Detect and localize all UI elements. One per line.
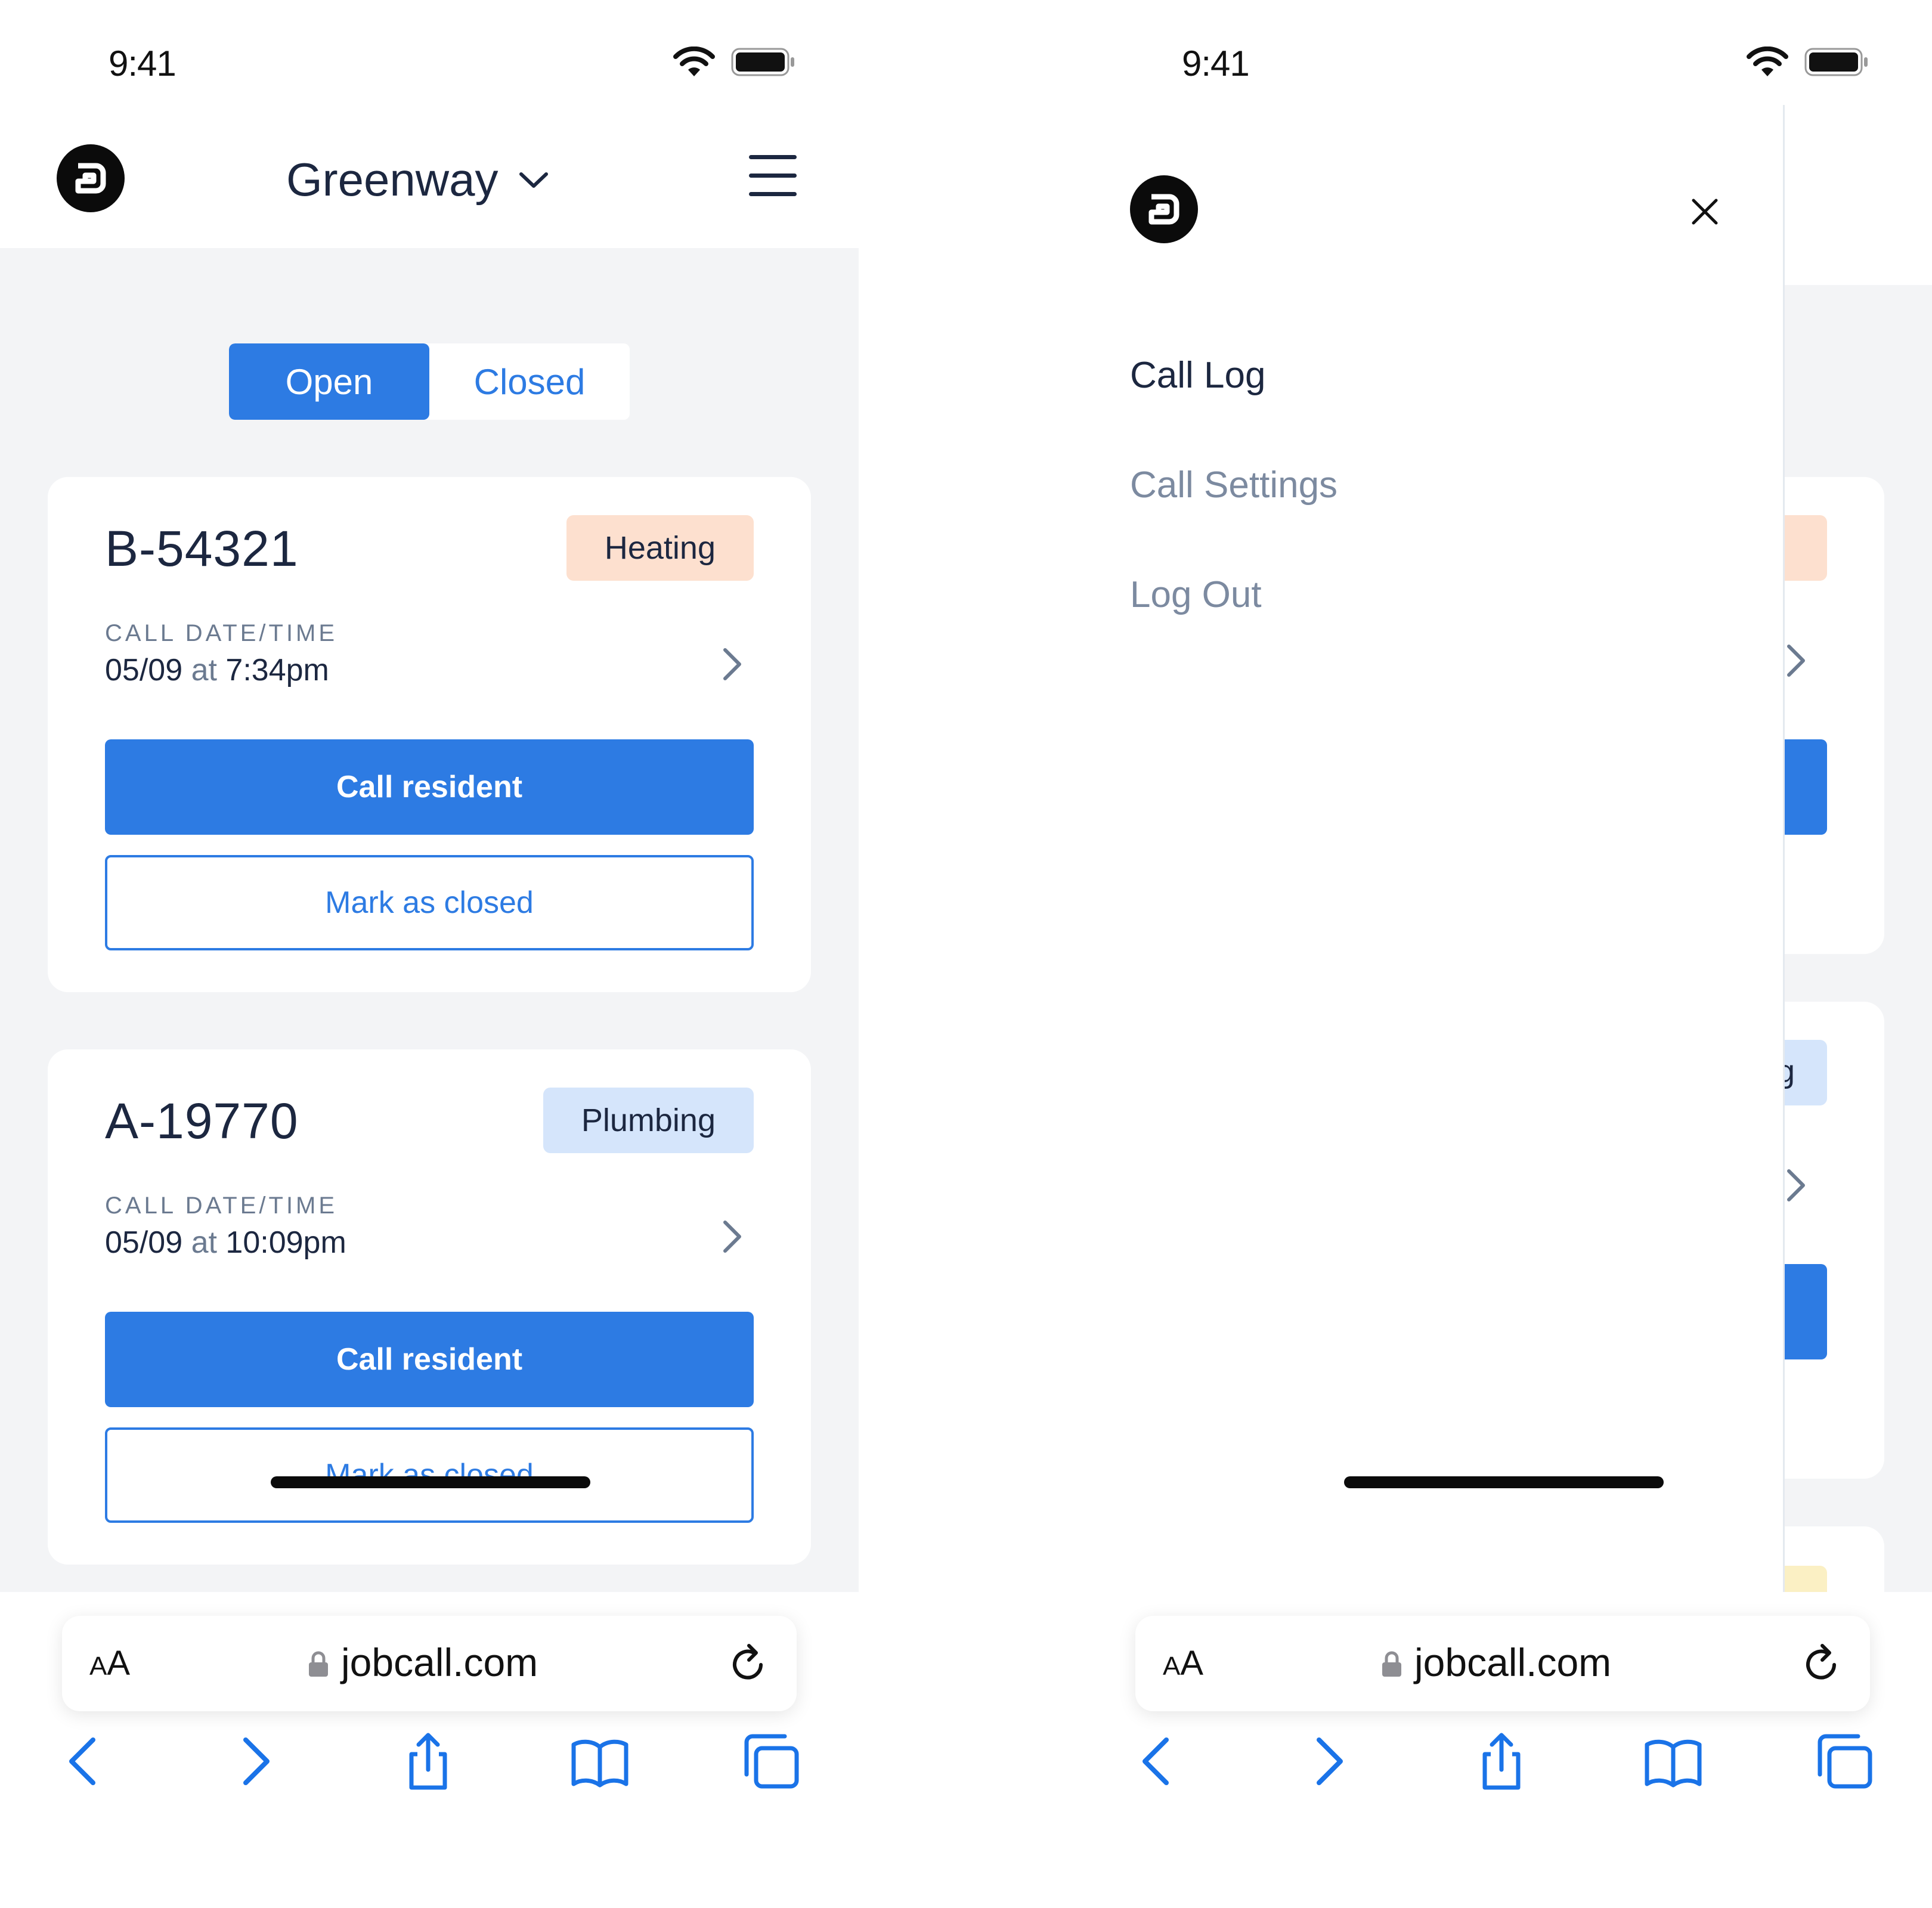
tab-closed[interactable]: Closed: [429, 343, 630, 420]
property-selector[interactable]: Greenway: [286, 153, 549, 207]
address-bar[interactable]: AA jobcall.com: [62, 1616, 797, 1711]
chevron-right-icon[interactable]: [720, 1218, 744, 1256]
phone-call-log: 9:41 Greenway Open Closed B-54321 Heatin…: [0, 0, 859, 1908]
app-logo-icon[interactable]: [57, 144, 125, 212]
property-name: Greenway: [286, 153, 499, 206]
app-logo-icon[interactable]: [1130, 175, 1198, 243]
menu-item-log-out[interactable]: Log Out: [1130, 574, 1262, 616]
call-resident-button[interactable]: Call resident: [105, 739, 754, 835]
status-tabs: Open Closed: [229, 343, 630, 420]
text-size-button[interactable]: AA: [1163, 1643, 1203, 1683]
browser-toolbar: [1073, 1732, 1932, 1803]
menu-icon[interactable]: [749, 155, 797, 198]
back-icon[interactable]: [55, 1732, 114, 1791]
call-card[interactable]: B-54321 Heating CALL DATE/TIME 05/09 at …: [48, 477, 811, 992]
tabs-icon[interactable]: [1815, 1732, 1875, 1791]
call-resident-button[interactable]: Call resident: [105, 1312, 754, 1407]
status-bar: 9:41: [0, 0, 859, 119]
nav-drawer: Call Log Call Settings Log Out: [1073, 105, 1785, 1592]
url-domain: jobcall.com: [1414, 1640, 1612, 1684]
unit-id: A-19770: [105, 1093, 299, 1149]
call-datetime: 05/09 at 7:34pm: [105, 653, 329, 687]
share-icon[interactable]: [1472, 1732, 1531, 1791]
mark-closed-button[interactable]: Mark as closed: [105, 855, 754, 950]
browser-chrome: AA jobcall.com: [0, 1592, 859, 1908]
forward-icon[interactable]: [1298, 1732, 1357, 1791]
call-datetime: 05/09 at 10:09pm: [105, 1225, 346, 1260]
screens: 9:41 Greenway Open Closed B-54321 Heatin…: [0, 0, 1932, 1908]
back-icon[interactable]: [1128, 1732, 1188, 1791]
share-icon[interactable]: [398, 1732, 458, 1791]
reload-icon[interactable]: [727, 1641, 770, 1686]
mark-closed-button[interactable]: Mark as closed: [105, 1427, 754, 1523]
menu-item-call-settings[interactable]: Call Settings: [1130, 464, 1337, 506]
category-badge: Plumbing: [543, 1088, 754, 1153]
address-bar[interactable]: AA jobcall.com: [1135, 1616, 1870, 1711]
forward-icon[interactable]: [224, 1732, 284, 1791]
category-badge: Heating: [566, 515, 754, 581]
chevron-down-icon: [519, 172, 548, 188]
chevron-right-icon: [1787, 645, 1805, 677]
status-time: 9:41: [109, 44, 177, 83]
battery-icon: [731, 48, 794, 76]
unit-id: B-54321: [105, 521, 299, 577]
chevron-right-icon: [1787, 1169, 1805, 1201]
lock-icon: [1382, 1651, 1401, 1677]
lock-icon: [309, 1651, 328, 1677]
phone-menu-open: 9:41 g Call Log Call Settings Log Out AA…: [1073, 0, 1932, 1908]
app-header: Greenway: [0, 119, 859, 248]
home-indicator: [271, 1476, 590, 1488]
url-domain: jobcall.com: [341, 1640, 538, 1684]
call-list: Open Closed B-54321 Heating CALL DATE/TI…: [0, 248, 859, 1592]
status-time: 9:41: [1182, 44, 1250, 83]
close-icon[interactable]: [1689, 196, 1721, 228]
browser-toolbar: [0, 1732, 859, 1803]
home-indicator: [1344, 1476, 1664, 1488]
date-label: CALL DATE/TIME: [105, 620, 338, 646]
bookmarks-icon[interactable]: [570, 1732, 630, 1791]
tabs-icon[interactable]: [742, 1732, 801, 1791]
menu-item-call-log[interactable]: Call Log: [1130, 354, 1265, 397]
text-size-button[interactable]: AA: [89, 1643, 130, 1683]
tab-open[interactable]: Open: [229, 343, 429, 420]
browser-chrome: AA jobcall.com: [1073, 1592, 1932, 1908]
wifi-icon: [673, 47, 715, 76]
bookmarks-icon[interactable]: [1643, 1732, 1703, 1791]
reload-icon[interactable]: [1801, 1641, 1844, 1686]
date-label: CALL DATE/TIME: [105, 1192, 338, 1219]
chevron-right-icon[interactable]: [720, 645, 744, 683]
